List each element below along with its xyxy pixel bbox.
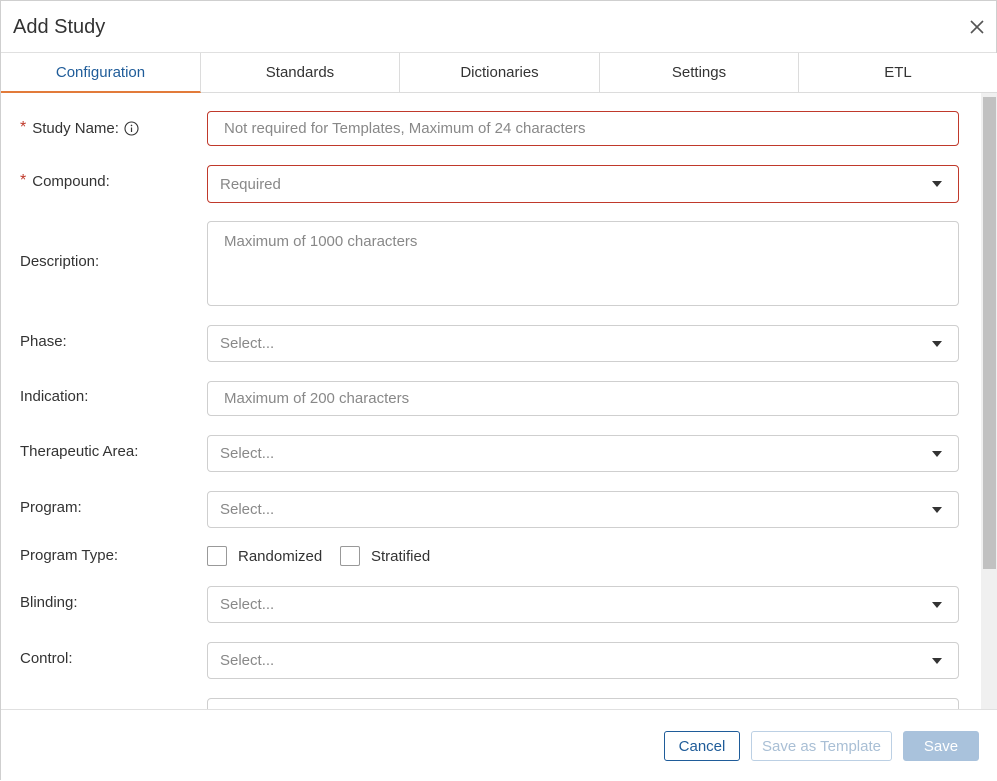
program-select[interactable]: Select...: [207, 491, 959, 528]
chevron-down-icon: [932, 450, 942, 457]
chevron-down-icon: [932, 181, 942, 187]
blinding-label: Blinding:: [20, 594, 78, 611]
scrollbar-thumb[interactable]: [983, 97, 996, 569]
stratified-checkbox[interactable]: Stratified: [340, 546, 430, 566]
blinding-select[interactable]: Select...: [207, 586, 959, 623]
study-name-input[interactable]: Not required for Templates, Maximum of 2…: [207, 111, 959, 146]
phase-placeholder: Select...: [220, 335, 275, 352]
checkbox-box[interactable]: [340, 546, 360, 566]
tab-settings[interactable]: Settings: [600, 53, 799, 93]
chevron-down-icon: [932, 340, 942, 347]
indication-input[interactable]: Maximum of 200 characters: [207, 381, 959, 416]
randomized-label: Randomized: [238, 547, 323, 565]
therapeutic-area-label: Therapeutic Area:: [20, 443, 139, 460]
randomized-checkbox[interactable]: Randomized: [207, 546, 322, 566]
control-label: Control:: [20, 650, 73, 667]
dialog-footer: Cancel Save as Template Save: [1, 709, 997, 781]
dialog-title: Add Study: [13, 16, 106, 38]
phase-label: Phase:: [20, 333, 67, 350]
tab-etl[interactable]: ETL: [799, 53, 997, 93]
required-asterisk: *: [20, 172, 27, 189]
description-textarea[interactable]: Maximum of 1000 characters: [207, 221, 959, 306]
chevron-down-icon: [932, 657, 942, 664]
indication-label: Indication:: [20, 388, 89, 405]
stratified-label: Stratified: [371, 547, 431, 565]
blinding-placeholder: Select...: [220, 596, 275, 613]
tab-bar: Configuration Standards Dictionaries Set…: [1, 53, 997, 93]
study-name-label: * Study Name:: [20, 119, 139, 137]
tab-standards[interactable]: Standards: [201, 53, 400, 93]
tab-dictionaries[interactable]: Dictionaries: [400, 53, 600, 93]
dialog-header: Add Study: [1, 1, 996, 53]
compound-label-text: Compound:: [32, 172, 110, 190]
compound-select[interactable]: Required: [207, 165, 959, 203]
vertical-scrollbar[interactable]: [981, 93, 997, 709]
therapeutic-area-placeholder: Select...: [220, 445, 275, 462]
description-placeholder: Maximum of 1000 characters: [224, 233, 418, 250]
study-name-placeholder: Not required for Templates, Maximum of 2…: [224, 120, 586, 137]
add-study-dialog: Add Study Configuration Standards Dictio…: [0, 0, 997, 781]
study-name-label-text: Study Name:: [32, 119, 119, 137]
program-label: Program:: [20, 499, 82, 516]
tab-configuration[interactable]: Configuration: [1, 53, 201, 93]
checkbox-box[interactable]: [207, 546, 227, 566]
compound-placeholder: Required: [220, 175, 281, 193]
program-placeholder: Select...: [220, 501, 275, 518]
save-button[interactable]: Save: [903, 731, 979, 761]
info-icon[interactable]: [124, 120, 139, 136]
save-as-template-button[interactable]: Save as Template: [751, 731, 892, 761]
required-asterisk: *: [20, 119, 27, 136]
control-placeholder: Select...: [220, 652, 275, 669]
close-icon[interactable]: [965, 15, 989, 39]
indication-placeholder: Maximum of 200 characters: [224, 390, 410, 407]
description-label: Description:: [20, 253, 100, 270]
next-field-select[interactable]: [207, 698, 959, 709]
cancel-button[interactable]: Cancel: [664, 731, 740, 761]
phase-select[interactable]: Select...: [207, 325, 959, 362]
therapeutic-area-select[interactable]: Select...: [207, 435, 959, 472]
control-select[interactable]: Select...: [207, 642, 959, 679]
chevron-down-icon: [932, 601, 942, 608]
compound-label: * Compound:: [20, 172, 110, 190]
form-content: * Study Name: Not required for Templates…: [1, 93, 981, 709]
program-type-label: Program Type:: [20, 547, 119, 564]
chevron-down-icon: [932, 506, 942, 513]
